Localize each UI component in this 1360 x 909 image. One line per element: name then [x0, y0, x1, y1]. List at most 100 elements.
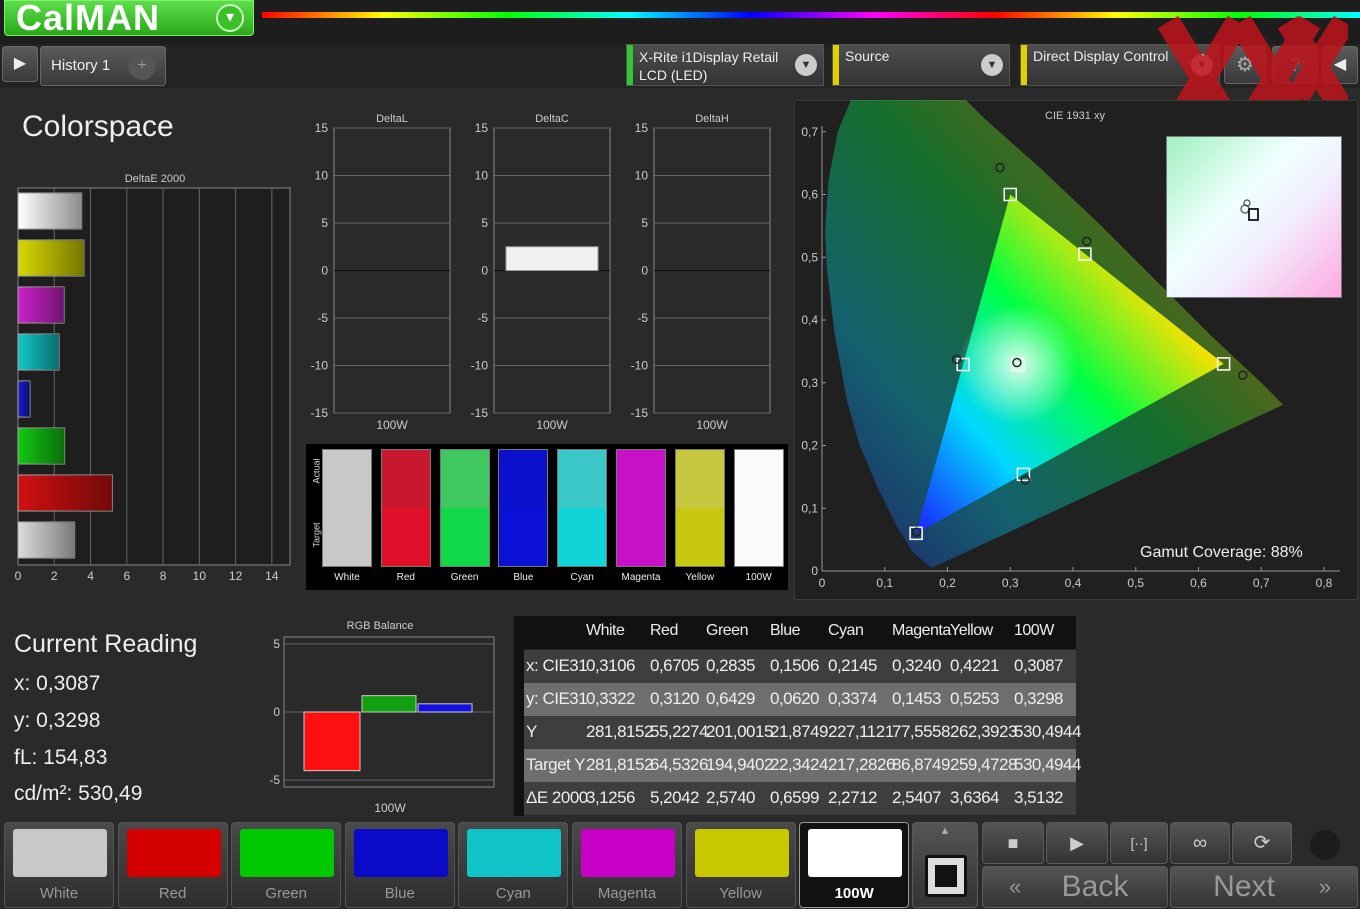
rgb-tick-label: 0 — [273, 705, 280, 719]
cie-y-tick-label: 0,3 — [801, 376, 818, 390]
deltae-bar-shade — [18, 193, 82, 229]
patch-button-green[interactable]: Green — [231, 822, 342, 908]
scroll-control[interactable]: ▲ — [912, 822, 978, 908]
table-row: y: CIE31 0,3322 0,3120 0,6429 0,0620 0,3374 0,… — [514, 683, 1076, 716]
gamut-value: 88% — [1270, 544, 1303, 561]
chevron-down-icon[interactable]: ▾ — [216, 4, 244, 32]
delta-tick-label: -15 — [631, 406, 649, 420]
patch-label: Yellow — [719, 885, 762, 902]
table-cell: 3,1256 — [586, 788, 636, 807]
swatch-label: Cyan — [570, 572, 594, 583]
current-reading-title: Current Reading — [14, 630, 198, 658]
table-cell: 0,2145 — [828, 656, 878, 675]
page-title: Colorspace — [22, 110, 174, 143]
delta-tick-label: 0 — [641, 264, 648, 278]
back-label: Back — [1061, 870, 1129, 903]
stop-button-large[interactable] — [925, 855, 967, 897]
reading-y: y: 0,3298 — [14, 709, 101, 732]
patch-button-cyan[interactable]: Cyan — [458, 822, 569, 908]
table-cell: 217,2826 — [828, 755, 895, 774]
swatch-item — [498, 449, 549, 567]
actual-label: Actual — [311, 458, 322, 484]
table-cell: 0,4221 — [950, 656, 1000, 675]
add-tab-icon[interactable]: + — [128, 52, 156, 80]
delta-chart-title: DeltaL — [376, 113, 408, 125]
play-icon[interactable]: ▶ — [2, 46, 38, 82]
table-header-cell: White — [586, 622, 625, 639]
delta-tick-label: 0 — [321, 264, 328, 278]
chevron-down-icon: ▼ — [981, 54, 1003, 76]
table-cell: 281,8152 — [586, 755, 653, 774]
swatch-target — [381, 508, 430, 566]
swatch-item — [380, 449, 431, 567]
delta-tick-label: -10 — [631, 359, 649, 373]
table-header-cell: Magenta — [892, 622, 951, 639]
swatch-item — [439, 449, 490, 567]
patch-button-blue[interactable]: Blue — [344, 822, 455, 908]
table-cell: 0,3322 — [586, 689, 636, 708]
table-cell: 0,1453 — [892, 689, 942, 708]
cie-y-tick-label: 0,6 — [801, 188, 818, 202]
swatch-actual — [381, 450, 430, 508]
next-button[interactable]: Next » — [1170, 866, 1358, 908]
swatch-target — [617, 508, 665, 566]
patch-button-red[interactable]: Red — [117, 822, 228, 908]
patch-swatch — [13, 829, 107, 877]
table-cell: 201,0015 — [706, 722, 773, 741]
table-cell: 281,8152 — [586, 722, 653, 741]
reading-x: x: 0,3087 — [14, 672, 101, 695]
scroll-up-icon[interactable]: ▲ — [935, 825, 955, 839]
swatch-target — [734, 508, 783, 566]
patch-button-100w[interactable]: 100W — [799, 822, 910, 908]
app-title: CalMAN — [16, 0, 161, 38]
swatch-item — [733, 449, 784, 567]
delta-tick-label: 15 — [635, 121, 649, 135]
deltae-tick-label: 14 — [265, 569, 279, 583]
meter-accent — [627, 45, 633, 85]
table-cell: 0,3374 — [828, 689, 878, 708]
deltae-bar-shade — [18, 428, 65, 464]
table-cell: 77,5558 — [892, 722, 950, 741]
meter-selector[interactable]: X-Rite i1Display Retail LCD (LED) ▼ — [626, 44, 824, 86]
deltae-tick-label: 4 — [87, 569, 94, 583]
patch-label: Blue — [384, 885, 415, 902]
rgb-tick-label: 5 — [273, 637, 280, 651]
cie-x-tick-label: 0,1 — [876, 576, 893, 590]
patch-button-yellow[interactable]: Yellow — [685, 822, 796, 908]
deltae-tick-label: 6 — [123, 569, 130, 583]
table-cell: 194,9402 — [706, 755, 773, 774]
deltae-tick-label: 12 — [229, 569, 243, 583]
swatch-label: Magenta — [621, 572, 661, 583]
swatch-target — [499, 508, 548, 566]
cie-y-tick-label: 0 — [811, 564, 818, 578]
source-selector[interactable]: Source ▼ — [832, 44, 1010, 86]
rgb-bar-red — [303, 711, 361, 772]
cie-y-tick-label: 0,5 — [801, 250, 818, 264]
deltac-bar — [505, 246, 599, 271]
delta-tick-label: -5 — [637, 311, 648, 325]
table-cell: 0,6705 — [650, 656, 700, 675]
swatch-label: Green — [450, 572, 479, 583]
table-header-cell: 100W — [1014, 622, 1054, 639]
table-header-cell: Green — [706, 622, 748, 639]
patch-button-white[interactable]: White — [4, 822, 114, 908]
target-label: Target — [311, 522, 322, 548]
stop-icon[interactable]: ■ — [982, 822, 1044, 864]
rgb-balance-label: 100W — [374, 801, 406, 815]
deltae-chart-title: DeltaE 2000 — [124, 173, 186, 185]
loop-icon[interactable]: ∞ — [1170, 822, 1230, 864]
measure-icon[interactable]: [··] — [1110, 822, 1168, 864]
rgb-tick-label: -5 — [269, 773, 280, 787]
back-button[interactable]: « Back — [982, 866, 1168, 908]
delta-chart-label: 100W — [696, 418, 728, 432]
patch-button-magenta[interactable]: Magenta — [572, 822, 682, 908]
table-cell: 0,3298 — [1014, 689, 1064, 708]
table-row-label: x: CIE31 — [526, 656, 588, 675]
delta-tick-label: -10 — [471, 359, 489, 373]
play-icon[interactable]: ▶ — [1046, 822, 1108, 864]
delta-tick-label: 15 — [475, 121, 489, 135]
table-row: ΔE 2000 3,1256 5,2042 2,5740 0,6599 2,2712 2,5… — [514, 782, 1076, 815]
swatch-target — [558, 508, 607, 566]
refresh-icon[interactable]: ⟳ — [1232, 822, 1292, 864]
swatch-label: Red — [396, 572, 415, 583]
